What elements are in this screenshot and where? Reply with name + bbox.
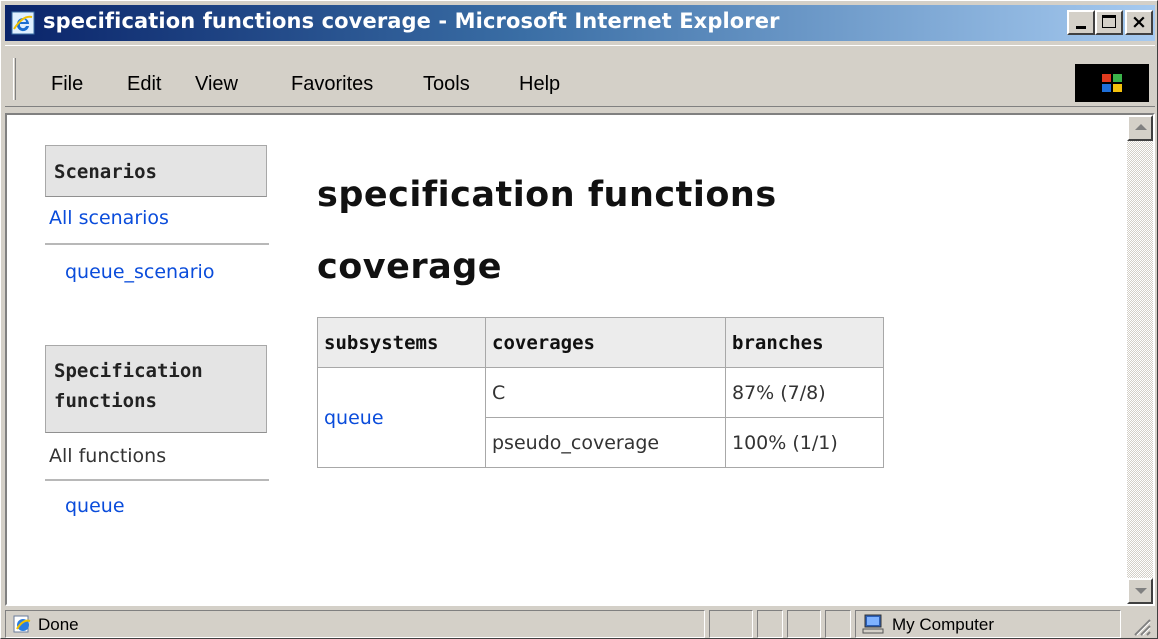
status-panel [825, 610, 851, 638]
menu-view[interactable]: View [195, 73, 238, 96]
coverage-cell: pseudo_coverage [485, 417, 726, 468]
toolbar-grip[interactable] [13, 58, 16, 100]
title-bar[interactable]: specification functions coverage - Micro… [5, 5, 1155, 41]
ie-page-icon [13, 615, 31, 633]
status-panel [787, 610, 821, 638]
scenarios-heading: Scenarios [45, 145, 267, 197]
zone-panel[interactable]: My Computer [855, 610, 1121, 638]
maximize-button[interactable] [1095, 10, 1123, 35]
menu-tools[interactable]: Tools [423, 73, 470, 96]
subsystem-link-queue[interactable]: queue [317, 367, 486, 468]
windows-logo-icon [1102, 74, 1122, 92]
branches-cell: 87% (7/8) [725, 367, 884, 418]
scroll-down-button[interactable] [1127, 578, 1153, 604]
function-link-queue[interactable]: queue [65, 495, 125, 517]
all-scenarios-link[interactable]: All scenarios [49, 207, 169, 229]
content-frame: Scenarios All scenarios queue_scenario S… [5, 113, 1155, 606]
status-text: Done [38, 615, 79, 634]
menu-help[interactable]: Help [519, 73, 560, 96]
column-header-branches: branches [725, 317, 884, 368]
table-header-row: subsystems coverages branches [317, 317, 884, 368]
resize-grip-icon[interactable] [1129, 614, 1151, 636]
vertical-scrollbar[interactable] [1127, 115, 1153, 604]
all-functions-label: All functions [49, 445, 167, 467]
menu-edit[interactable]: Edit [127, 73, 161, 96]
menu-bar: File Edit View Favorites Tools Help [5, 45, 1155, 107]
computer-icon [862, 614, 884, 634]
arrow-down-icon [1135, 588, 1147, 594]
divider [45, 479, 269, 481]
branches-cell: 100% (1/1) [725, 417, 884, 468]
coverage-table: subsystems coverages branches queue C 87… [317, 317, 884, 468]
menu-file[interactable]: File [51, 73, 83, 96]
status-panel [709, 610, 753, 638]
menu-favorites[interactable]: Favorites [291, 73, 373, 96]
table-row: queue C 87% (7/8) [317, 367, 884, 468]
zone-text: My Computer [892, 615, 995, 634]
scroll-up-button[interactable] [1127, 115, 1153, 141]
ie-icon [11, 11, 35, 35]
minimize-icon [1076, 26, 1086, 29]
status-panel [757, 610, 783, 638]
divider [45, 243, 269, 245]
coverage-cell: C [485, 367, 726, 418]
arrow-up-icon [1135, 124, 1147, 130]
window-title: specification functions coverage - Micro… [43, 9, 780, 33]
throbber [1075, 64, 1149, 102]
column-header-subsystems: subsystems [317, 317, 486, 368]
status-bar: Done My Computer [5, 610, 1155, 638]
minimize-button[interactable] [1067, 10, 1095, 35]
close-button[interactable]: × [1125, 10, 1153, 35]
column-header-coverages: coverages [485, 317, 726, 368]
functions-heading: Specification functions [45, 345, 267, 433]
page-viewport: Scenarios All scenarios queue_scenario S… [7, 115, 1127, 604]
browser-window: specification functions coverage - Micro… [0, 0, 1158, 639]
close-icon: × [1131, 11, 1147, 33]
page-title: specification functions coverage [317, 175, 777, 287]
scenario-link-queue[interactable]: queue_scenario [65, 261, 214, 283]
status-panel: Done [5, 610, 705, 638]
maximize-icon [1102, 15, 1116, 28]
